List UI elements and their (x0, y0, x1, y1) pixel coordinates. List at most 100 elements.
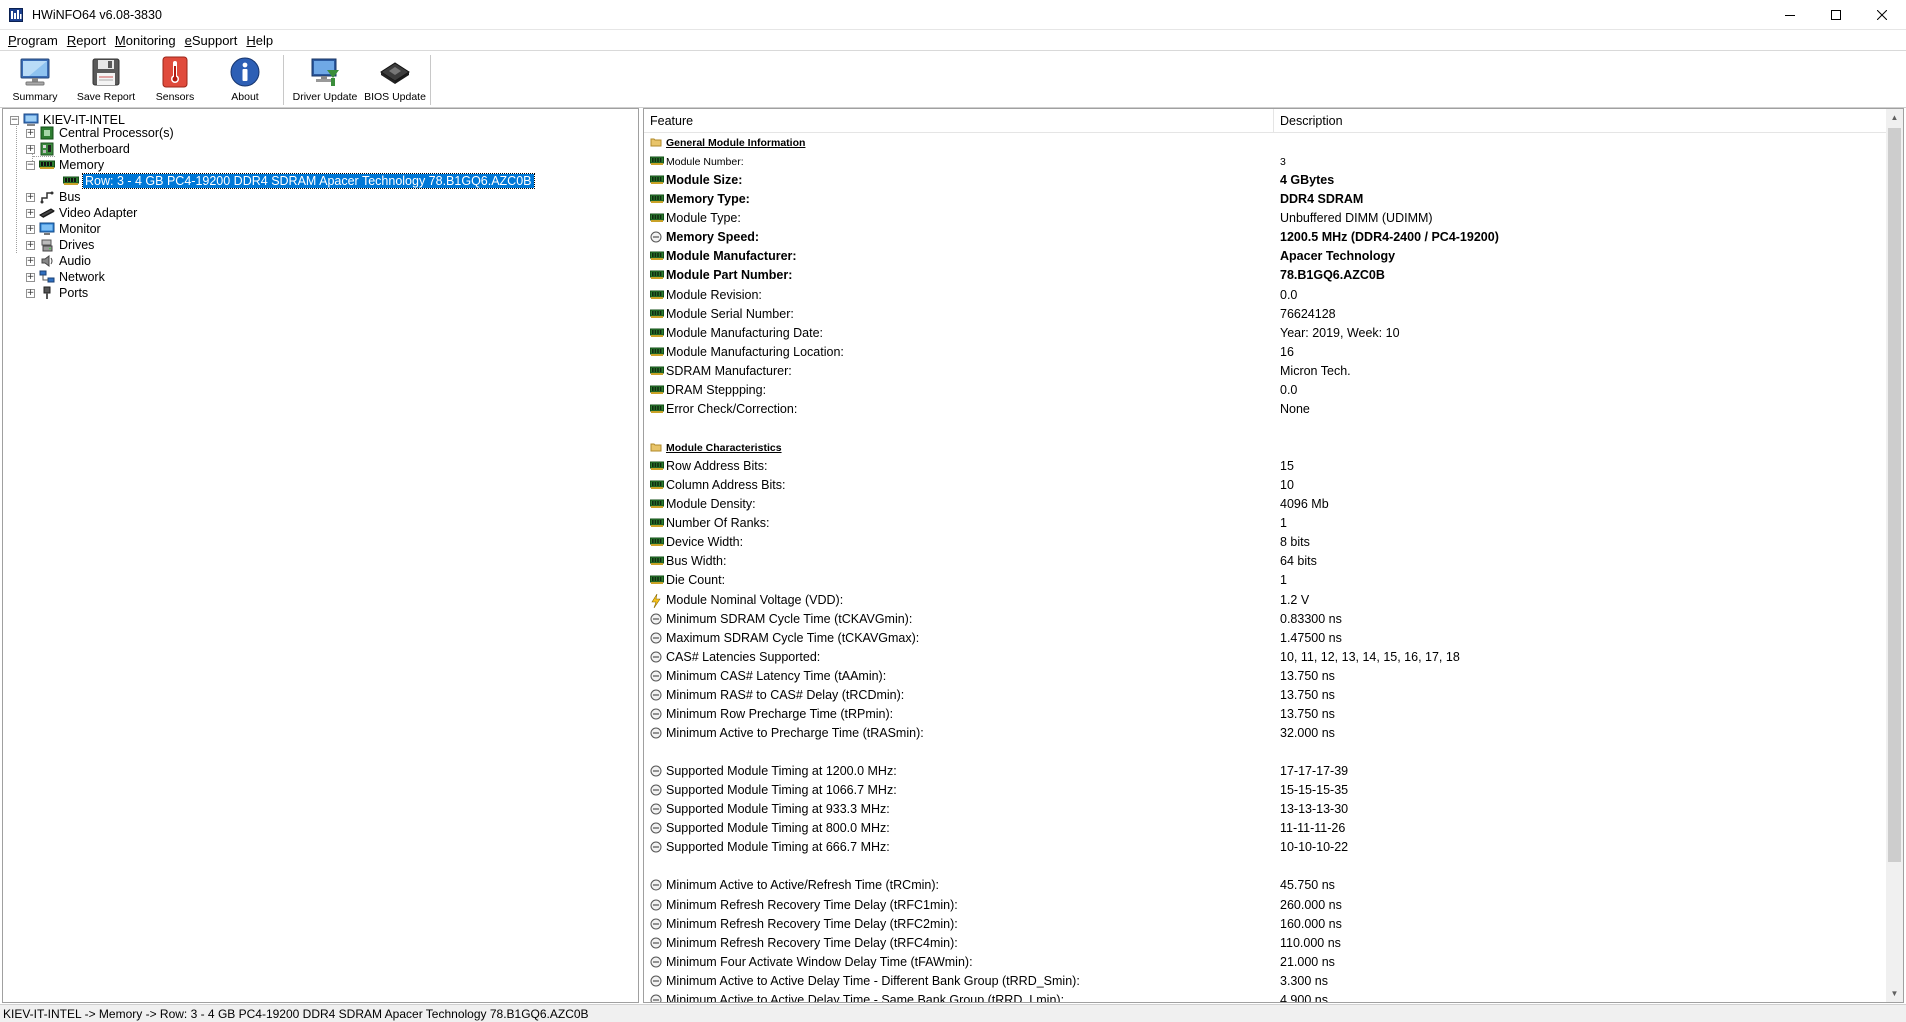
list-item[interactable]: Minimum CAS# Latency Time (tAAmin): 13.75… (644, 667, 1886, 686)
bios-update-button[interactable]: BIOS Update (364, 54, 426, 106)
tree-item-drives[interactable]: + Drives (26, 237, 94, 253)
description-value: 110.000 ns (1280, 935, 1341, 950)
list-item[interactable]: CAS# Latencies Supported: 10, 11, 12, 13,… (644, 648, 1886, 667)
expand-toggle[interactable]: + (26, 144, 35, 154)
list-item[interactable]: Minimum SDRAM Cycle Time (tCKAVGmin): 0.8… (644, 610, 1886, 629)
memory-icon (650, 308, 664, 320)
minimize-button[interactable] (1767, 0, 1813, 30)
tree-item-monitor[interactable]: + Monitor (26, 221, 101, 237)
list-item[interactable]: Module Serial Number: 76624128 (644, 305, 1886, 324)
driver-update-button[interactable]: Driver Update (290, 54, 360, 106)
column-divider[interactable] (1273, 109, 1274, 133)
menu-help[interactable]: Help (242, 30, 278, 50)
device-tree[interactable]: − KIEV-IT-INTEL + Central Processor(s) +… (2, 108, 639, 1003)
list-item[interactable]: Maximum SDRAM Cycle Time (tCKAVGmax): 1.4… (644, 629, 1886, 648)
list-item[interactable]: SDRAM Manufacturer: Micron Tech. (644, 362, 1886, 381)
list-item[interactable]: Supported Module Timing at 933.3 MHz: 13-… (644, 800, 1886, 819)
scroll-up-arrow-icon[interactable]: ▲ (1886, 109, 1903, 126)
list-item[interactable]: Minimum Active to Active Delay Time - Di… (644, 972, 1886, 991)
list-item[interactable]: Module Nominal Voltage (VDD): 1.2 V (644, 591, 1886, 610)
feature-label: Minimum Row Precharge Time (tRPmin): (666, 706, 894, 721)
summary-button[interactable]: Summary (8, 54, 62, 106)
list-item[interactable]: Minimum Refresh Recovery Time Delay (tRF… (644, 915, 1886, 934)
expand-toggle[interactable]: + (26, 192, 35, 202)
list-item[interactable]: Module Number: 3 (644, 152, 1886, 171)
expand-toggle[interactable]: + (26, 208, 35, 218)
section-header[interactable]: General Module Information (644, 133, 1886, 152)
description-value: 3 (1280, 156, 1286, 169)
list-item[interactable]: Supported Module Timing at 800.0 MHz: 11-… (644, 819, 1886, 838)
tree-item-motherboard[interactable]: + Motherboard (26, 141, 130, 157)
menu-esupport[interactable]: eSupport (181, 30, 243, 50)
list-item[interactable]: Error Check/Correction: None (644, 400, 1886, 419)
tree-item-network[interactable]: + Network (26, 269, 105, 285)
list-item[interactable]: Module Manufacturing Location: 16 (644, 343, 1886, 362)
list-item[interactable]: Module Manufacturer: Apacer Technology (644, 247, 1886, 266)
about-button[interactable]: About (220, 54, 270, 106)
list-item[interactable]: Minimum Refresh Recovery Time Delay (tRF… (644, 934, 1886, 953)
list-item[interactable]: Supported Module Timing at 666.7 MHz: 10-… (644, 838, 1886, 857)
list-item[interactable]: Memory Type: DDR4 SDRAM (644, 190, 1886, 209)
expand-toggle[interactable]: + (26, 240, 35, 250)
list-item[interactable]: Module Size: 4 GBytes (644, 171, 1886, 190)
expand-toggle[interactable]: + (26, 128, 35, 138)
collapse-toggle[interactable]: − (10, 115, 19, 125)
column-header-feature[interactable]: Feature (650, 114, 693, 128)
list-item[interactable]: Minimum Row Precharge Time (tRPmin): 13.7… (644, 705, 1886, 724)
tree-item-audio[interactable]: + Audio (26, 253, 91, 269)
save-report-button[interactable]: Save Report (74, 54, 138, 106)
list-item[interactable]: Module Manufacturing Date: Year: 2019, We… (644, 324, 1886, 343)
list-item[interactable]: Minimum Active to Precharge Time (tRASmi… (644, 724, 1886, 743)
maximize-button[interactable] (1813, 0, 1859, 30)
list-item[interactable]: Module Density: 4096 Mb (644, 495, 1886, 514)
list-item[interactable]: Module Type: Unbuffered DIMM (UDIMM) (644, 209, 1886, 228)
list-item[interactable]: Die Count: 1 (644, 571, 1886, 590)
tree-item-memory-row-3[interactable]: Row: 3 - 4 GB PC4-19200 DDR4 SDRAM Apace… (63, 173, 535, 189)
list-item[interactable]: Supported Module Timing at 1200.0 MHz: 17… (644, 762, 1886, 781)
scroll-down-arrow-icon[interactable]: ▼ (1886, 985, 1903, 1002)
list-item[interactable]: Minimum Active to Active Delay Time - Sa… (644, 991, 1886, 1002)
tree-item-bus[interactable]: + Bus (26, 189, 81, 205)
close-icon (1877, 10, 1887, 20)
menu-label: onitoring (125, 33, 176, 48)
tree-item-memory[interactable]: − Memory (26, 157, 104, 173)
tree-item-cpu[interactable]: + Central Processor(s) (26, 125, 174, 141)
column-header-description[interactable]: Description (1280, 114, 1343, 128)
close-button[interactable] (1859, 0, 1905, 30)
expand-toggle[interactable]: + (26, 272, 35, 282)
menu-monitoring[interactable]: Monitoring (111, 30, 181, 50)
list-item[interactable]: Column Address Bits: 10 (644, 476, 1886, 495)
list-item[interactable]: Memory Speed: 1200.5 MHz (DDR4-2400 / PC4… (644, 228, 1886, 247)
description-value: 15-15-15-35 (1280, 783, 1349, 798)
menu-label: rogram (16, 33, 58, 48)
description-value: 10 (1280, 478, 1294, 493)
tree-item-ports[interactable]: + Ports (26, 285, 88, 301)
list-item[interactable]: Module Part Number: 78.B1GQ6.AZC0B (644, 266, 1886, 285)
detail-list[interactable]: Feature Description General Module Infor… (643, 108, 1904, 1003)
sensors-button[interactable]: Sensors (150, 54, 200, 106)
menu-report[interactable]: Report (63, 30, 111, 50)
scrollbar-thumb[interactable] (1888, 128, 1901, 862)
list-item[interactable]: DRAM Steppping: 0.0 (644, 381, 1886, 400)
list-item[interactable]: Minimum RAS# to CAS# Delay (tRCDmin): 13.… (644, 686, 1886, 705)
menu-program[interactable]: Program (4, 30, 63, 50)
menu-mnemonic: M (114, 33, 126, 48)
list-item[interactable]: Minimum Four Activate Window Delay Time … (644, 953, 1886, 972)
list-item[interactable]: Minimum Active to Active/Refresh Time (t… (644, 876, 1886, 895)
network-icon (39, 270, 55, 284)
collapse-toggle[interactable]: − (26, 160, 35, 170)
list-item[interactable]: Module Revision: 0.0 (644, 286, 1886, 305)
list-item[interactable]: Row Address Bits: 15 (644, 457, 1886, 476)
section-header[interactable]: Module Characteristics (644, 438, 1886, 457)
expand-toggle[interactable]: + (26, 256, 35, 266)
list-item[interactable]: Number Of Ranks: 1 (644, 514, 1886, 533)
feature-label: Supported Module Timing at 1200.0 MHz: (666, 764, 897, 778)
list-item[interactable]: Minimum Refresh Recovery Time Delay (tRF… (644, 896, 1886, 915)
vertical-scrollbar[interactable]: ▲ ▼ (1886, 109, 1903, 1002)
expand-toggle[interactable]: + (26, 224, 35, 234)
list-item[interactable]: Supported Module Timing at 1066.7 MHz: 15… (644, 781, 1886, 800)
expand-toggle[interactable]: + (26, 288, 35, 298)
tree-item-video-adapter[interactable]: + Video Adapter (26, 205, 137, 221)
list-item[interactable]: Bus Width: 64 bits (644, 552, 1886, 571)
list-item[interactable]: Device Width: 8 bits (644, 533, 1886, 552)
